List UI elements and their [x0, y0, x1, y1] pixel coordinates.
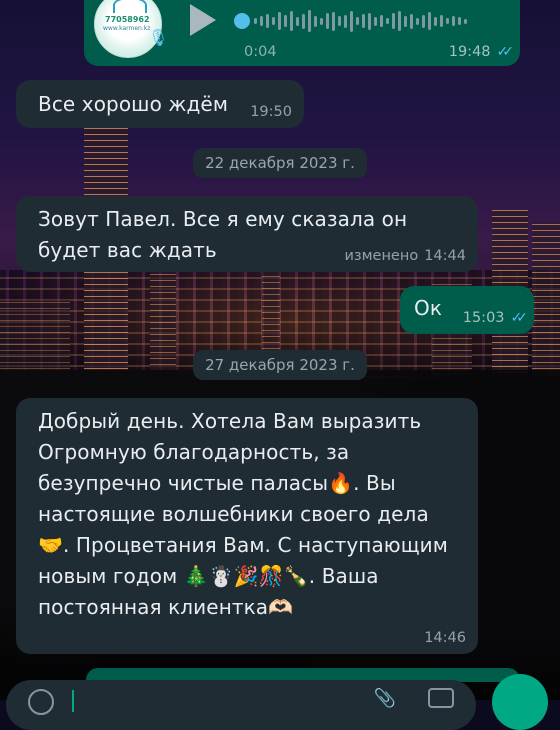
date-separator: 27 декабря 2023 г. [193, 350, 367, 380]
message-time: 14:44 [424, 248, 466, 264]
attach-icon[interactable]: 📎 [374, 688, 396, 709]
voice-duration: 0:04 [244, 44, 277, 60]
double-check-icon: ✓✓ [496, 44, 515, 60]
message-text: Все хорошо ждём [38, 92, 229, 116]
mic-send-icon[interactable] [492, 674, 548, 730]
incoming-message[interactable]: Зовут Павел. Все я ему сказала он будет … [16, 196, 478, 272]
message-text: Ок [414, 296, 443, 320]
playback-thumb[interactable] [234, 13, 250, 29]
play-icon[interactable] [190, 4, 216, 36]
message-time: 19:50 [250, 104, 292, 120]
voice-message[interactable]: 77058962 www.karmen.kz 🎙 0:04 19:48 ✓✓ [84, 0, 520, 66]
chat-thread: 77058962 www.karmen.kz 🎙 0:04 19:48 ✓✓ В… [0, 0, 560, 730]
camera-icon[interactable] [428, 688, 454, 708]
text-cursor [72, 690, 74, 712]
date-separator: 22 декабря 2023 г. [193, 148, 367, 178]
message-composer[interactable]: 📎 [6, 680, 476, 730]
emoji-icon[interactable] [28, 689, 54, 715]
message-time: 15:03 [462, 310, 505, 326]
incoming-message[interactable]: Все хорошо ждём 19:50 [16, 80, 304, 128]
edited-label: изменено [344, 248, 419, 264]
microphone-icon: 🎙 [148, 28, 169, 47]
double-check-icon: ✓✓ [510, 310, 529, 326]
incoming-message[interactable]: Добрый день. Хотела Вам выразить Огромну… [16, 398, 478, 654]
audio-waveform[interactable] [234, 6, 492, 36]
message-time: 14:46 [424, 630, 466, 646]
message-text: Добрый день. Хотела Вам выразить Огромну… [38, 409, 448, 619]
message-time: 19:48 [448, 44, 491, 60]
outgoing-message[interactable]: Ок 15:03 ✓✓ [400, 286, 534, 334]
